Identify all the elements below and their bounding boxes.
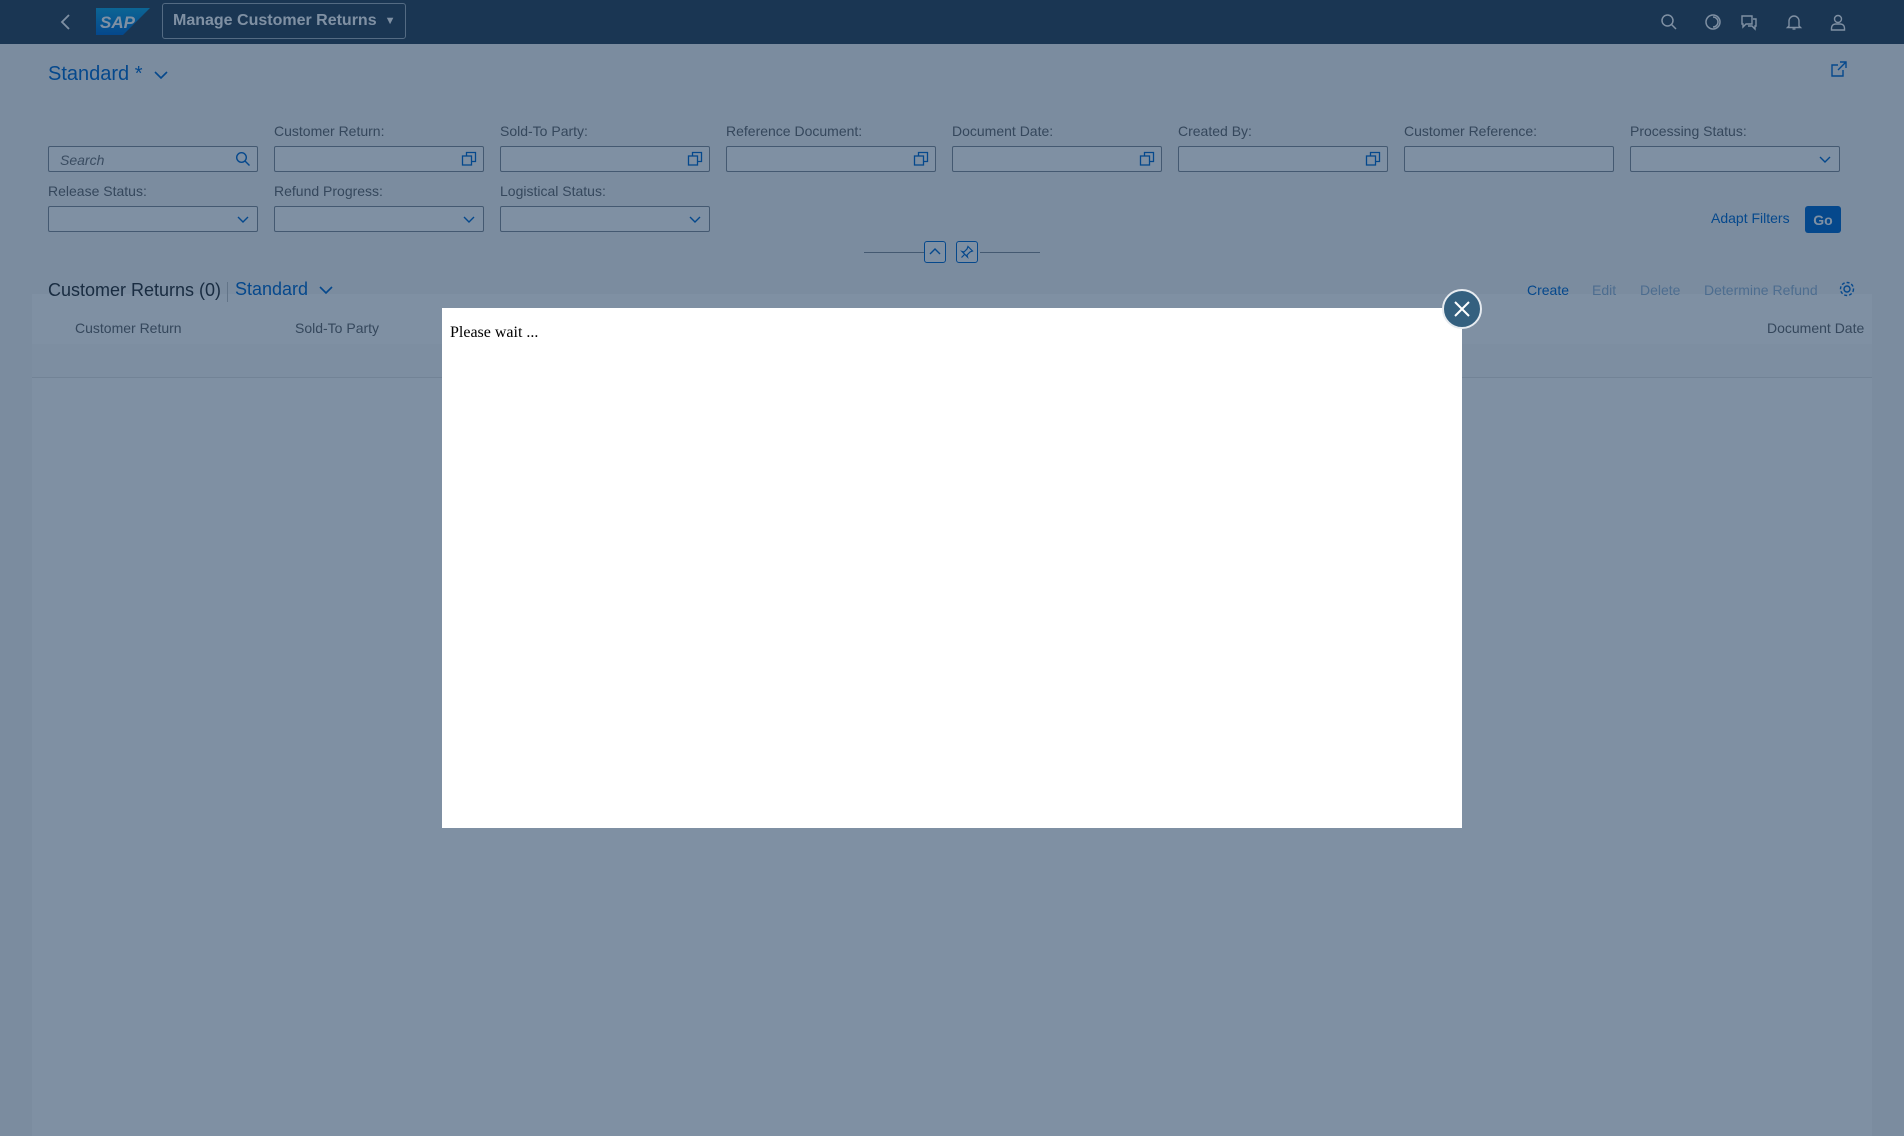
- loading-message: Please wait ...: [450, 324, 539, 341]
- loading-dialog: Please wait ...: [442, 308, 1462, 828]
- close-icon: [1454, 301, 1470, 317]
- close-dialog-button[interactable]: [1442, 289, 1482, 329]
